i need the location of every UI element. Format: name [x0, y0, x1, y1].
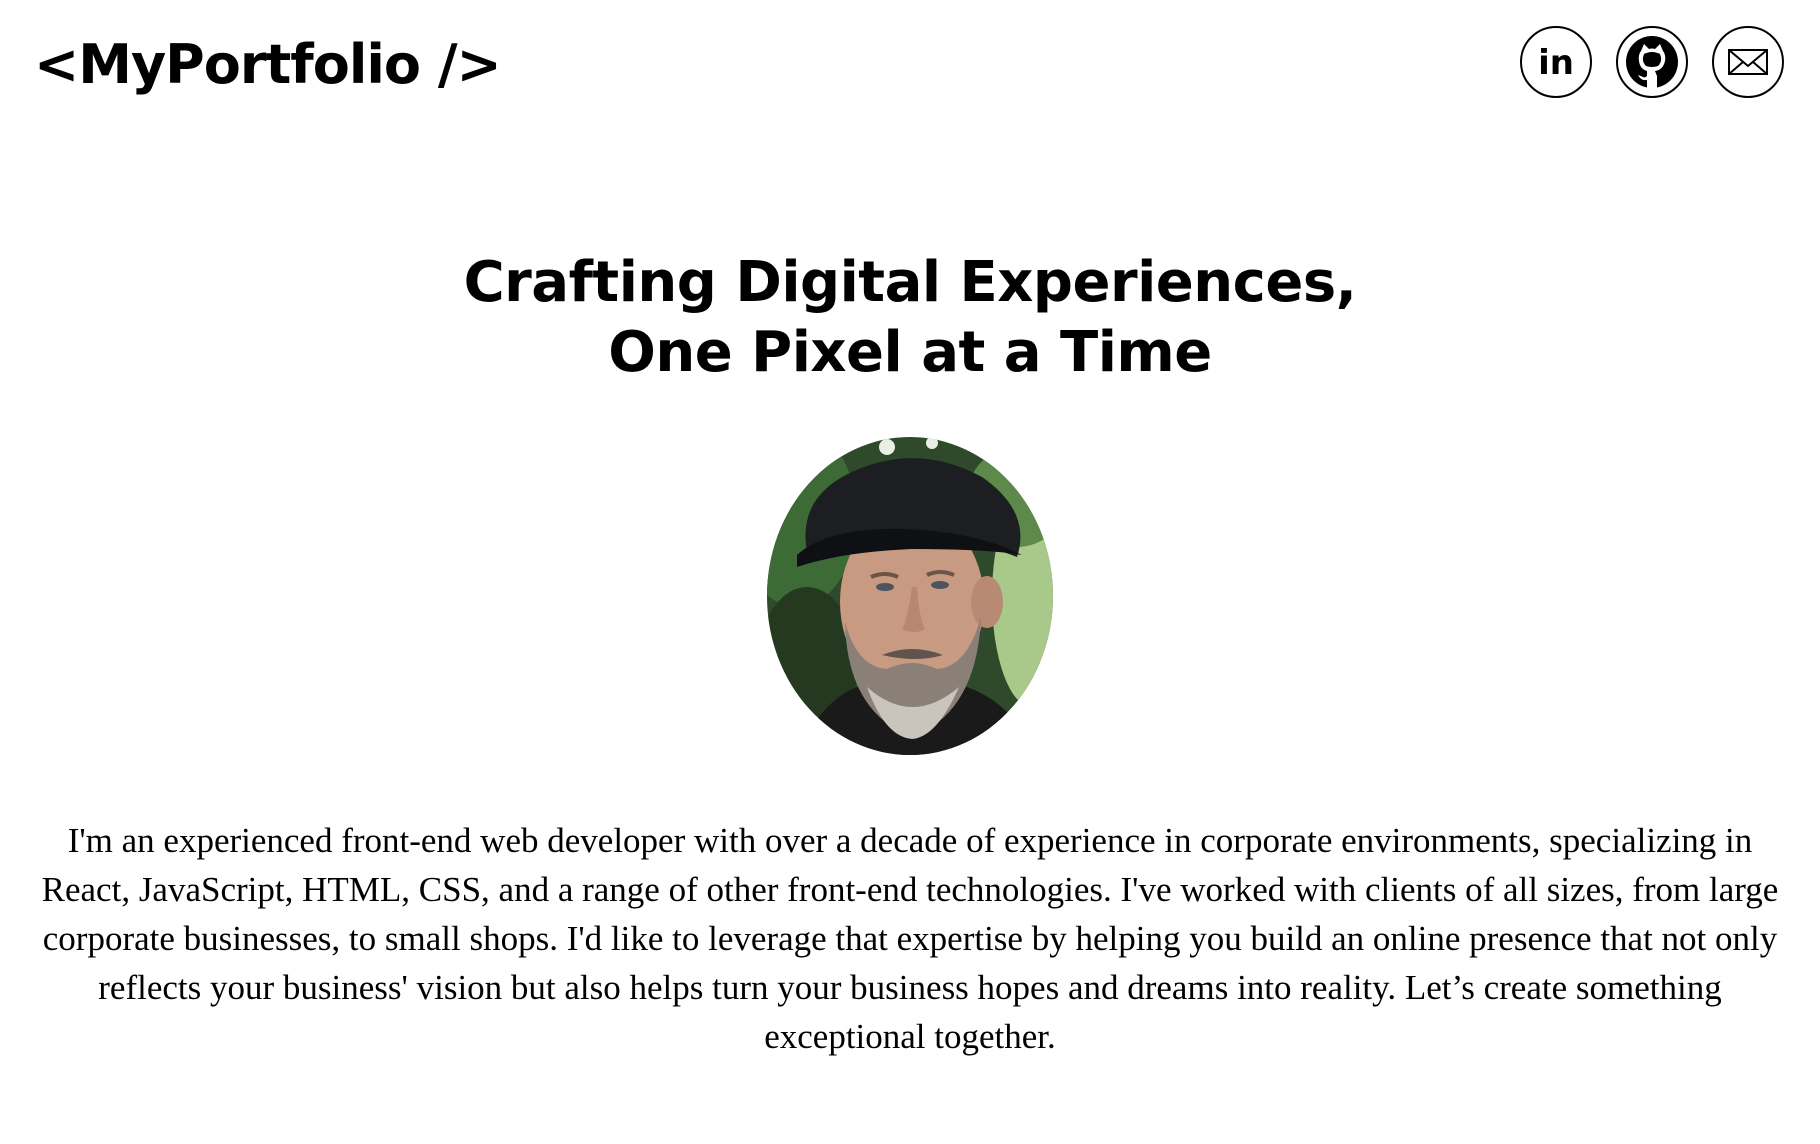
site-header: <MyPortfolio /> in: [0, 0, 1820, 130]
github-button[interactable]: [1616, 26, 1688, 98]
email-button[interactable]: [1712, 26, 1784, 98]
linkedin-icon: in: [1534, 40, 1578, 84]
github-icon: [1624, 34, 1680, 90]
linkedin-button[interactable]: in: [1520, 26, 1592, 98]
site-logo[interactable]: <MyPortfolio />: [34, 28, 502, 102]
bio-paragraph: I'm an experienced front-end web develop…: [41, 821, 1779, 1056]
envelope-icon: [1726, 40, 1770, 84]
hero-title-line-2: One Pixel at a Time: [608, 320, 1212, 385]
hero-title: Crafting Digital Experiences, One Pixel …: [0, 248, 1820, 388]
profile-avatar: [767, 437, 1053, 755]
hero-title-line-1: Crafting Digital Experiences,: [463, 250, 1357, 315]
svg-text:in: in: [1538, 43, 1574, 83]
social-links: in: [1520, 26, 1784, 98]
